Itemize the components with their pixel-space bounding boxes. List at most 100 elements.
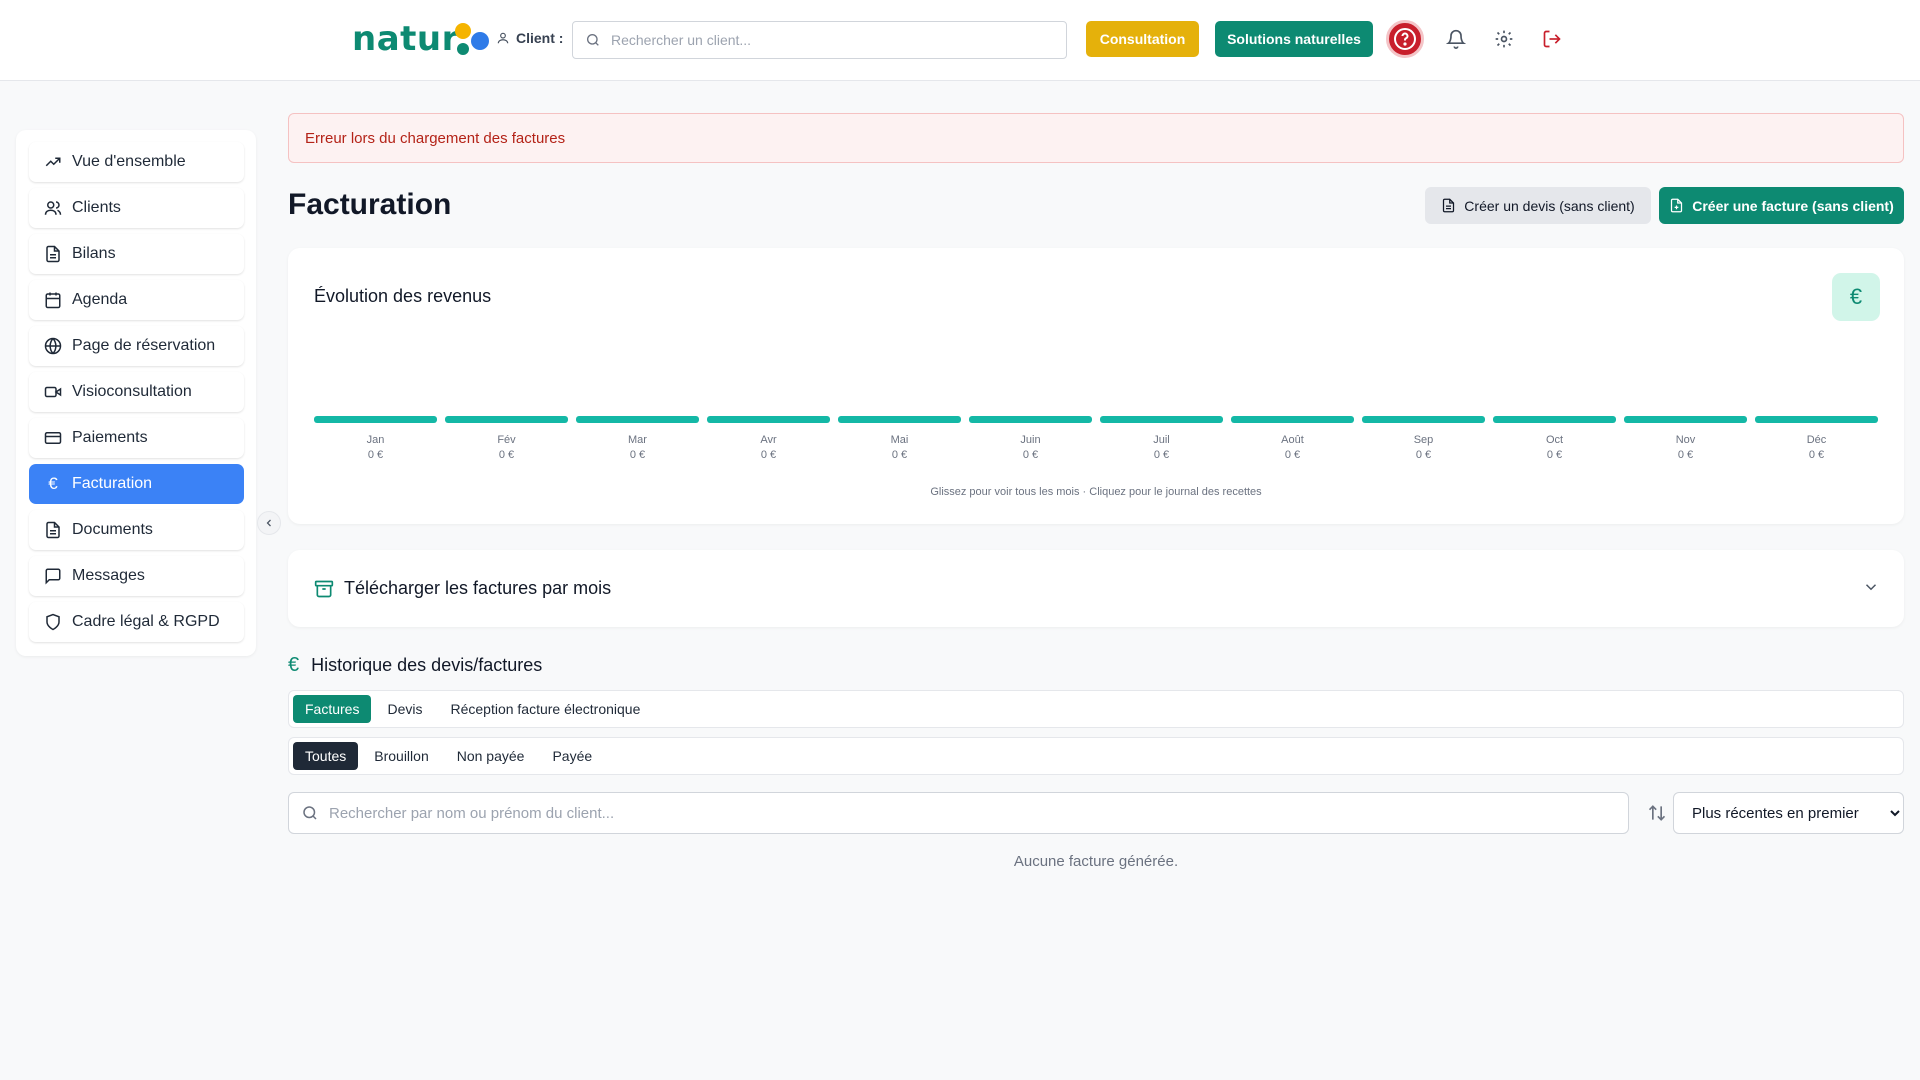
month-label: Déc	[1807, 434, 1827, 446]
month-label: Juin	[1020, 434, 1040, 446]
create-devis-button[interactable]: Créer un devis (sans client)	[1425, 187, 1651, 224]
sidebar-item-bilans[interactable]: Bilans	[29, 234, 244, 274]
shield-icon	[46, 613, 60, 631]
app-logo[interactable]: natur	[352, 18, 489, 60]
sidebar-item-cadre-legal[interactable]: Cadre légal & RGPD	[29, 602, 244, 642]
filter-brouillon[interactable]: Brouillon	[362, 742, 440, 770]
error-banner: Erreur lors du chargement des factures	[288, 113, 1904, 163]
solutions-naturelles-button[interactable]: Solutions naturelles	[1215, 21, 1373, 57]
page-title: Facturation	[288, 188, 452, 221]
sort-order-select[interactable]: Plus récentes en premier	[1673, 792, 1904, 834]
create-facture-button[interactable]: Créer une facture (sans client)	[1659, 187, 1904, 224]
revenue-bar-0[interactable]	[314, 416, 437, 423]
month-label: Juil	[1153, 434, 1170, 446]
revenue-bar-3[interactable]	[707, 416, 830, 423]
sort-toggle-button[interactable]	[1645, 801, 1669, 825]
create-facture-label: Créer une facture (sans client)	[1692, 197, 1894, 214]
revenue-bar-11[interactable]	[1755, 416, 1878, 423]
revenue-bar-4[interactable]	[838, 416, 961, 423]
tab-reception-facture[interactable]: Réception facture électronique	[438, 695, 652, 723]
month-value-label: 0 €	[630, 449, 645, 461]
notifications-button[interactable]	[1444, 27, 1468, 51]
create-devis-label: Créer un devis (sans client)	[1464, 197, 1635, 214]
download-invoices-header: Télécharger les factures par mois	[314, 578, 611, 599]
consultation-button[interactable]: Consultation	[1086, 21, 1199, 57]
client-search-box[interactable]	[572, 21, 1067, 59]
history-title: Historique des devis/factures	[311, 655, 543, 675]
sidebar-item-label: Agenda	[72, 291, 128, 308]
filter-toutes[interactable]: Toutes	[293, 742, 359, 770]
invoice-search-box[interactable]	[288, 792, 1629, 834]
filter-non-payee[interactable]: Non payée	[445, 742, 537, 770]
sidebar-item-label: Paiements	[72, 429, 148, 446]
revenue-chart-card[interactable]: Évolution des revenus € Jan 0 € Fév 0 € Mar 0…	[288, 248, 1904, 524]
month-label: Oct	[1546, 434, 1563, 446]
sidebar-collapse-button[interactable]	[257, 511, 281, 535]
chevron-down-icon[interactable]	[1862, 578, 1880, 596]
message-icon	[45, 568, 61, 585]
settings-button[interactable]	[1492, 27, 1516, 51]
tab-devis[interactable]: Devis	[375, 695, 434, 723]
sort-arrows-icon	[1648, 805, 1666, 821]
revenue-bar-6[interactable]	[1100, 416, 1223, 423]
users-icon	[44, 201, 62, 215]
revenue-bar-1[interactable]	[445, 416, 568, 423]
logout-button[interactable]	[1540, 27, 1564, 51]
revenue-bar-chart[interactable]: Jan 0 € Fév 0 € Mar 0 € Avr 0 € Mai 0 € Juin 0 € Jui…	[288, 248, 1904, 478]
revenue-bar-5[interactable]	[969, 416, 1092, 423]
month-value-label: 0 €	[1416, 449, 1431, 461]
month-label: Mai	[891, 434, 909, 446]
sidebar-item-messages[interactable]: Messages	[29, 556, 244, 596]
document-type-tabs: Factures Devis Réception facture électro…	[288, 690, 1904, 728]
euro-icon: €	[48, 474, 58, 493]
trending-up-icon	[45, 157, 61, 167]
invoice-search-input[interactable]	[329, 804, 1609, 822]
top-header: natur Client : Consultation Solutions na…	[0, 0, 1920, 81]
month-label: Jan	[367, 434, 385, 446]
file-icon	[46, 521, 60, 539]
client-search-input[interactable]	[611, 32, 1051, 48]
month-value-label: 0 €	[892, 449, 907, 461]
month-label: Août	[1281, 434, 1304, 446]
logout-icon	[1543, 30, 1561, 48]
credit-card-icon	[44, 432, 62, 444]
sidebar: Vue d'ensemble Clients Bilans Agenda Pag…	[16, 130, 281, 656]
download-invoices-card[interactable]: Télécharger les factures par mois	[288, 550, 1904, 627]
sidebar-item-documents[interactable]: Documents	[29, 510, 244, 550]
filter-payee[interactable]: Payée	[540, 742, 604, 770]
logo-text: natur	[352, 19, 459, 59]
archive-icon	[314, 580, 334, 597]
euro-icon: €	[288, 654, 300, 676]
chart-hint: Glissez pour voir tous les mois · Clique…	[930, 486, 1262, 498]
month-value-label: 0 €	[368, 449, 383, 461]
month-label: Sep	[1414, 434, 1434, 446]
sidebar-item-facturation[interactable]: € Facturation	[29, 464, 244, 504]
sidebar-item-visioconsultation[interactable]: Visioconsultation	[29, 372, 244, 412]
month-value-label: 0 €	[1023, 449, 1038, 461]
client-label: Client :	[516, 30, 564, 46]
sidebar-item-paiements[interactable]: Paiements	[29, 418, 244, 458]
sidebar-item-clients[interactable]: Clients	[29, 188, 244, 228]
bell-icon	[1446, 29, 1466, 49]
sidebar-item-agenda[interactable]: Agenda	[29, 280, 244, 320]
globe-icon	[44, 337, 62, 355]
tab-factures[interactable]: Factures	[293, 695, 372, 723]
revenue-bar-8[interactable]	[1362, 416, 1485, 423]
month-value-label: 0 €	[761, 449, 776, 461]
help-button[interactable]	[1386, 20, 1424, 58]
revenue-bar-7[interactable]	[1231, 416, 1354, 423]
month-value-label: 0 €	[1547, 449, 1562, 461]
error-message: Erreur lors du chargement des factures	[305, 129, 566, 147]
revenue-bar-10[interactable]	[1624, 416, 1747, 423]
sidebar-item-page-reservation[interactable]: Page de réservation	[29, 326, 244, 366]
revenue-bar-9[interactable]	[1493, 416, 1616, 423]
empty-state-message: Aucune facture générée.	[1013, 853, 1179, 870]
sidebar-item-vue-ensemble[interactable]: Vue d'ensemble	[29, 142, 244, 182]
user-icon	[497, 32, 509, 44]
month-value-label: 0 €	[1154, 449, 1169, 461]
month-label: Mar	[628, 434, 647, 446]
sidebar-item-label: Documents	[72, 521, 153, 538]
video-icon	[44, 386, 62, 398]
search-icon	[303, 806, 317, 820]
revenue-bar-2[interactable]	[576, 416, 699, 423]
